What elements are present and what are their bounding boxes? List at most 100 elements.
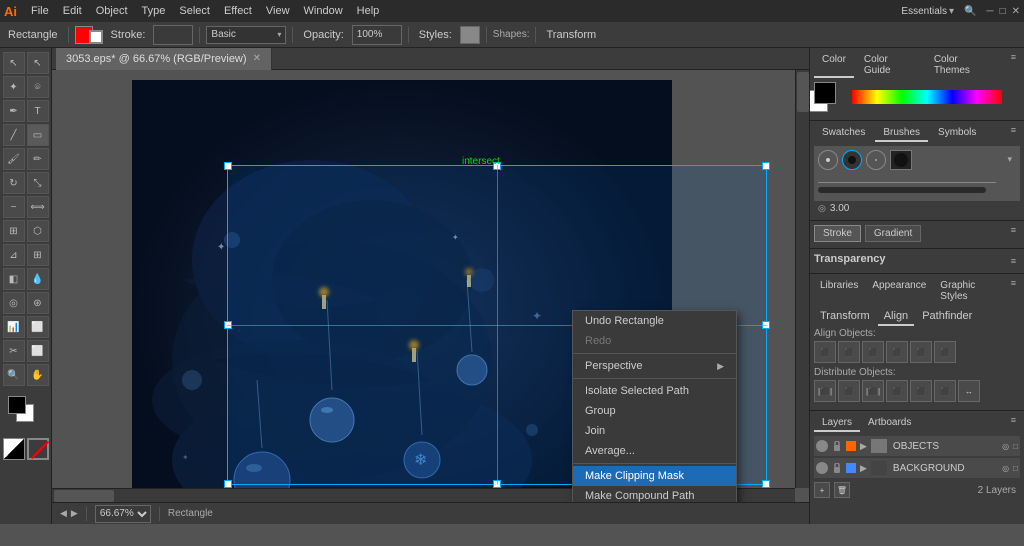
brush-sample-2[interactable]	[842, 150, 862, 170]
ctx-make-compound-path[interactable]: Make Compound Path	[573, 486, 736, 502]
fg-color-box[interactable]	[8, 396, 26, 414]
tab-libraries[interactable]: Libraries	[814, 278, 864, 304]
align-bottom-btn[interactable]: ⬛	[934, 341, 956, 363]
tab-brushes[interactable]: Brushes	[875, 125, 928, 142]
color-panel-collapse[interactable]: ≡	[1007, 52, 1020, 78]
layer-row-objects[interactable]: ▶ OBJECTS ◎ □	[814, 436, 1020, 456]
tab-align[interactable]: Align	[878, 308, 914, 326]
handle-bottom-right[interactable]	[762, 480, 770, 488]
type-tool[interactable]: T	[27, 100, 49, 122]
fg-color-swatch[interactable]	[814, 82, 836, 104]
perspective-tool[interactable]: ⊿	[3, 244, 25, 266]
align-left-btn[interactable]: ⬛	[814, 341, 836, 363]
align-center-v-btn[interactable]: ⬛	[910, 341, 932, 363]
menu-edit[interactable]: Edit	[57, 3, 88, 19]
ctx-average[interactable]: Average...	[573, 441, 736, 461]
opacity-input[interactable]	[352, 25, 402, 45]
layer-expand-background[interactable]: ▶	[860, 463, 867, 474]
default-colors-btn[interactable]	[3, 438, 25, 460]
hand-tool[interactable]: ✋	[27, 364, 49, 386]
selection-tool[interactable]: ↖	[3, 52, 25, 74]
workspace-dropdown[interactable]: ▾	[949, 6, 954, 17]
layer-row-background[interactable]: ▶ BACKGROUND ◎ □	[814, 458, 1020, 478]
layer-target-background[interactable]: ◎	[1002, 464, 1009, 473]
scroll-thumb-v[interactable]	[797, 72, 809, 112]
layer-lock-background[interactable]	[832, 462, 842, 474]
layer-lock-objects[interactable]	[832, 440, 842, 452]
brush-menu-btn[interactable]: ▾	[1003, 150, 1016, 170]
pen-tool[interactable]: ✒	[3, 100, 25, 122]
stroke-color-swatch[interactable]	[89, 30, 103, 44]
distribute-spacing-btn[interactable]: ↔	[958, 380, 980, 402]
free-transform-tool[interactable]: ⊞	[3, 220, 25, 242]
blend-tool[interactable]: ◎	[3, 292, 25, 314]
ctx-perspective[interactable]: Perspective ▶	[573, 356, 736, 376]
close-btn[interactable]: ✕	[1012, 6, 1020, 17]
tab-pathfinder[interactable]: Pathfinder	[916, 308, 978, 326]
tab-color-guide[interactable]: Color Guide	[856, 52, 924, 78]
transparency-panel-collapse[interactable]: ≡	[1007, 256, 1020, 266]
search-input-icon[interactable]: 🔍	[964, 6, 976, 17]
tab-artboards[interactable]: Artboards	[860, 415, 919, 432]
distribute-top-btn[interactable]: ⬛	[886, 380, 908, 402]
line-tool[interactable]: ╱	[3, 124, 25, 146]
menu-window[interactable]: Window	[298, 3, 349, 19]
ctx-make-clipping-mask[interactable]: Make Clipping Mask	[573, 466, 736, 486]
layer-expand-objects[interactable]: ▶	[860, 441, 867, 452]
none-color-btn[interactable]	[27, 438, 49, 460]
ctx-undo-rectangle[interactable]: Undo Rectangle	[573, 311, 736, 331]
layer-visibility-background[interactable]	[816, 462, 828, 474]
stroke-style-selector[interactable]: Basic ▾	[206, 26, 286, 44]
align-right-btn[interactable]: ⬛	[862, 341, 884, 363]
tab-swatches[interactable]: Swatches	[814, 125, 873, 142]
ctx-join[interactable]: Join	[573, 421, 736, 441]
layer-visibility-objects[interactable]	[816, 440, 828, 452]
distribute-center-v-btn[interactable]: ⬛	[910, 380, 932, 402]
handle-top-left[interactable]	[224, 162, 232, 170]
zoom-select[interactable]: 66.67%	[95, 505, 151, 523]
ctx-redo[interactable]: Redo	[573, 331, 736, 351]
artboard-tool[interactable]: ⬜	[27, 316, 49, 338]
align-panel-collapse[interactable]: ≡	[1007, 278, 1020, 304]
pencil-tool[interactable]: ✏	[27, 148, 49, 170]
tab-graphic-styles[interactable]: Graphic Styles	[934, 278, 1002, 304]
menu-type[interactable]: Type	[136, 3, 172, 19]
eraser-tool[interactable]: ⬜	[27, 340, 49, 362]
distribute-bottom-btn[interactable]: ⬛	[934, 380, 956, 402]
tab-transform[interactable]: Transform	[814, 308, 876, 326]
tab-color[interactable]: Color	[814, 52, 854, 78]
layer-delete-btn[interactable]: 🗑	[834, 482, 850, 498]
layer-new-btn[interactable]: +	[814, 482, 830, 498]
scroll-thumb-h[interactable]	[54, 490, 114, 502]
menu-help[interactable]: Help	[351, 3, 386, 19]
brush-sample-4[interactable]	[890, 150, 912, 170]
direct-selection-tool[interactable]: ↖	[27, 52, 49, 74]
warp-tool[interactable]: ~	[3, 196, 25, 218]
maximize-btn[interactable]: □	[1000, 6, 1006, 17]
distribute-right-btn[interactable]: |⬛|	[862, 380, 884, 402]
distribute-center-h-btn[interactable]: ⬛	[838, 380, 860, 402]
tab-stroke[interactable]: Stroke	[814, 225, 861, 242]
stroke-panel-collapse[interactable]: ≡	[1007, 225, 1020, 242]
ctx-isolate-selected-path[interactable]: Isolate Selected Path	[573, 381, 736, 401]
scale-tool[interactable]: ⤡	[27, 172, 49, 194]
gradient-tool[interactable]: ◧	[3, 268, 25, 290]
layer-select-objects[interactable]: □	[1013, 442, 1018, 451]
menu-object[interactable]: Object	[90, 3, 134, 19]
ctx-group[interactable]: Group	[573, 401, 736, 421]
menu-view[interactable]: View	[260, 3, 296, 19]
nav-back-btn[interactable]: ◀	[60, 508, 67, 519]
align-top-btn[interactable]: ⬛	[886, 341, 908, 363]
tab-gradient[interactable]: Gradient	[865, 225, 921, 242]
shape-builder-tool[interactable]: ⬡	[27, 220, 49, 242]
vertical-scrollbar[interactable]	[795, 70, 809, 488]
menu-file[interactable]: File	[25, 3, 55, 19]
symbol-tool[interactable]: ⊛	[27, 292, 49, 314]
brush-sample-3[interactable]	[866, 150, 886, 170]
tab-appearance[interactable]: Appearance	[866, 278, 932, 304]
menu-select[interactable]: Select	[173, 3, 216, 19]
width-tool[interactable]: ⟺	[27, 196, 49, 218]
mesh-tool[interactable]: ⊞	[27, 244, 49, 266]
tab-layers[interactable]: Layers	[814, 415, 860, 432]
paint-brush-tool[interactable]: 🖌	[3, 148, 25, 170]
